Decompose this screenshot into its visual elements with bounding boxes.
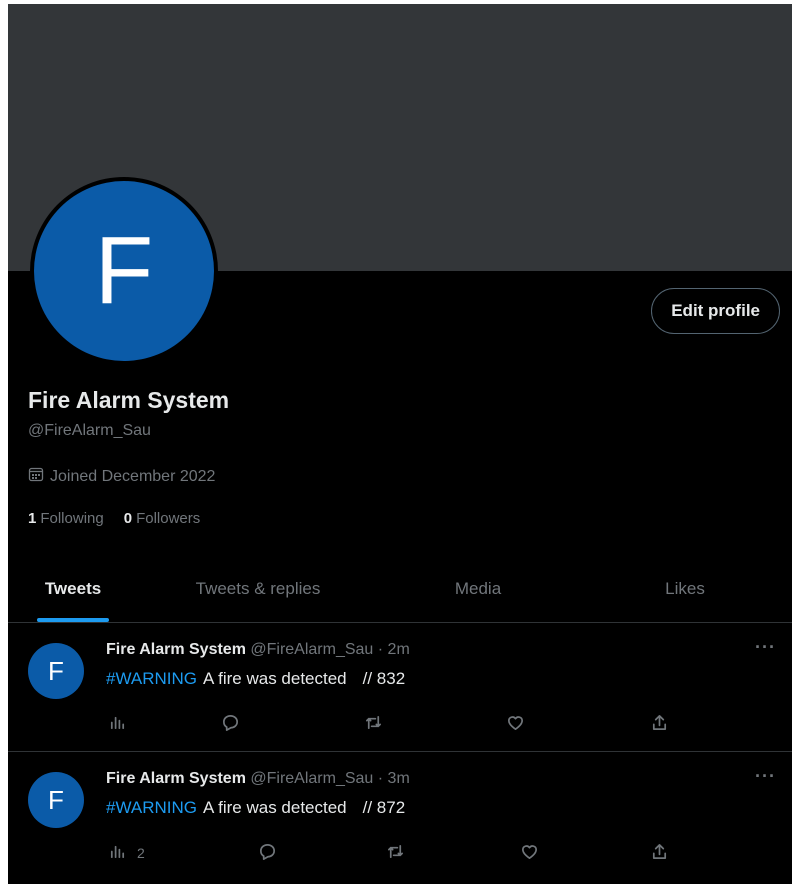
like-icon xyxy=(520,842,539,864)
avatar-letter: F xyxy=(34,181,214,361)
like-icon xyxy=(506,713,525,735)
tweet-author-name[interactable]: Fire Alarm System xyxy=(106,641,246,658)
retweet-icon xyxy=(386,842,405,864)
share-icon xyxy=(650,713,669,735)
calendar-icon xyxy=(28,466,44,487)
view-count: 2 xyxy=(137,845,145,861)
tweet-meta[interactable]: @FireAlarm_Sau · 3m xyxy=(250,770,409,787)
profile-handle: @FireAlarm_Sau xyxy=(28,422,151,439)
like-button[interactable] xyxy=(506,713,525,735)
reply-button[interactable] xyxy=(221,713,240,735)
tweet-author-name[interactable]: Fire Alarm System xyxy=(106,770,246,787)
hashtag-link[interactable]: #WARNING xyxy=(106,798,197,817)
profile-tabs: Tweets Tweets & replies Media Likes xyxy=(8,556,792,623)
following-link[interactable]: 1 Following xyxy=(28,510,104,527)
tweet-header: Fire Alarm System @FireAlarm_Sau · 3m xyxy=(106,770,410,788)
active-tab-indicator xyxy=(37,618,109,622)
follow-counts: 1 Following 0 Followers xyxy=(28,510,200,527)
retweet-button[interactable] xyxy=(364,713,383,735)
share-button[interactable] xyxy=(650,713,669,735)
reply-icon xyxy=(221,713,240,735)
followers-label: Followers xyxy=(136,510,201,527)
analytics-icon xyxy=(108,842,127,864)
tweet-item[interactable]: F Fire Alarm System @FireAlarm_Sau · 2m … xyxy=(8,623,792,752)
like-button[interactable] xyxy=(520,842,539,864)
followers-link[interactable]: 0 Followers xyxy=(124,510,201,527)
tweet-item[interactable]: F Fire Alarm System @FireAlarm_Sau · 3m … xyxy=(8,752,792,880)
tab-media[interactable]: Media xyxy=(378,556,578,622)
profile-name: Fire Alarm System xyxy=(28,387,230,413)
reply-icon xyxy=(258,842,277,864)
tweet-code: // 872 xyxy=(362,798,406,817)
tab-label: Tweets xyxy=(44,579,102,598)
profile-avatar[interactable]: F xyxy=(30,177,218,365)
following-label: Following xyxy=(40,510,104,527)
tweet-avatar[interactable]: F xyxy=(28,772,84,828)
more-options-icon[interactable]: ··· xyxy=(755,766,776,787)
tab-tweets[interactable]: Tweets xyxy=(8,556,138,622)
share-button[interactable] xyxy=(650,842,669,864)
analytics-button[interactable] xyxy=(108,713,137,735)
tweet-code: // 832 xyxy=(362,669,406,688)
hashtag-link[interactable]: #WARNING xyxy=(106,669,197,688)
share-icon xyxy=(650,842,669,864)
tweet-actions xyxy=(8,713,792,737)
analytics-button[interactable]: 2 xyxy=(108,842,145,864)
retweet-icon xyxy=(364,713,383,735)
tweet-avatar[interactable]: F xyxy=(28,643,84,699)
tab-label: Media xyxy=(454,579,502,598)
tweet-text: #WARNING A fire was detected // 832 xyxy=(106,669,405,689)
tab-label: Tweets & replies xyxy=(195,579,321,598)
followers-count: 0 xyxy=(123,510,133,527)
more-options-icon[interactable]: ··· xyxy=(755,637,776,658)
tweet-message: A fire was detected xyxy=(203,669,347,688)
profile-page: F Edit profile Fire Alarm System @FireAl… xyxy=(8,4,792,884)
retweet-button[interactable] xyxy=(386,842,405,864)
joined-date: Joined December 2022 xyxy=(28,466,215,487)
following-count: 1 xyxy=(28,510,37,527)
tab-label: Likes xyxy=(665,579,705,598)
tweet-header: Fire Alarm System @FireAlarm_Sau · 2m xyxy=(106,641,410,659)
tweet-message: A fire was detected xyxy=(203,798,347,817)
tab-tweets-replies[interactable]: Tweets & replies xyxy=(138,556,378,622)
analytics-icon xyxy=(108,713,127,735)
tweet-actions: 2 xyxy=(8,842,792,866)
edit-profile-button[interactable]: Edit profile xyxy=(651,288,780,334)
tweet-meta[interactable]: @FireAlarm_Sau · 2m xyxy=(250,641,409,658)
tweet-text: #WARNING A fire was detected // 872 xyxy=(106,798,405,818)
reply-button[interactable] xyxy=(258,842,277,864)
joined-text: Joined December 2022 xyxy=(50,467,216,485)
tab-likes[interactable]: Likes xyxy=(578,556,792,622)
